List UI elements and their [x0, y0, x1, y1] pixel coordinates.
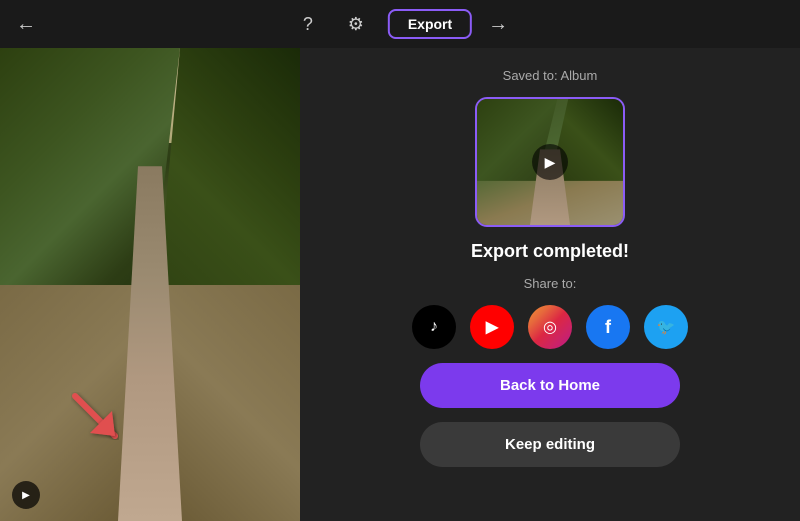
main-content: ▶ Saved to: Album ▶ Export completed! Sh…: [0, 48, 800, 521]
tiktok-share-button[interactable]: ♪: [412, 305, 456, 349]
export-completed-label: Export completed!: [471, 241, 629, 262]
red-arrow-icon: [60, 381, 130, 451]
back-arrow-icon[interactable]: ←: [16, 13, 36, 36]
share-to-label: Share to:: [524, 276, 577, 291]
video-panel: ▶: [0, 48, 300, 521]
tiktok-icon: ♪: [430, 318, 438, 336]
right-panel: Saved to: Album ▶ Export completed! Shar…: [300, 48, 800, 521]
top-bar: ← ? ⚙ Export →: [0, 0, 800, 48]
video-play-button[interactable]: ▶: [12, 481, 40, 509]
instagram-icon: ◎: [543, 317, 557, 337]
export-thumbnail[interactable]: ▶: [475, 97, 625, 227]
instagram-share-button[interactable]: ◎: [528, 305, 572, 349]
video-scene: [0, 48, 300, 521]
youtube-share-button[interactable]: ▶: [470, 305, 514, 349]
back-to-home-button[interactable]: Back to Home: [420, 363, 680, 408]
facebook-share-button[interactable]: f: [586, 305, 630, 349]
twitter-icon: 🐦: [657, 318, 676, 336]
settings-icon[interactable]: ⚙: [340, 8, 372, 40]
youtube-icon: ▶: [486, 317, 498, 337]
thumbnail-play-icon[interactable]: ▶: [532, 144, 568, 180]
video-background: [0, 48, 300, 521]
saved-to-label: Saved to: Album: [503, 68, 598, 83]
social-share-row: ♪ ▶ ◎ f 🐦: [412, 305, 688, 349]
facebook-icon: f: [605, 317, 611, 338]
red-arrow-overlay: [60, 381, 140, 461]
forward-arrow-icon: →: [488, 13, 508, 36]
top-bar-center: ? ⚙ Export →: [292, 8, 508, 40]
help-icon[interactable]: ?: [292, 8, 324, 40]
top-bar-left: ←: [16, 13, 36, 36]
ground-right: [165, 285, 300, 521]
export-button[interactable]: Export: [388, 9, 472, 39]
twitter-share-button[interactable]: 🐦: [644, 305, 688, 349]
keep-editing-button[interactable]: Keep editing: [420, 422, 680, 467]
